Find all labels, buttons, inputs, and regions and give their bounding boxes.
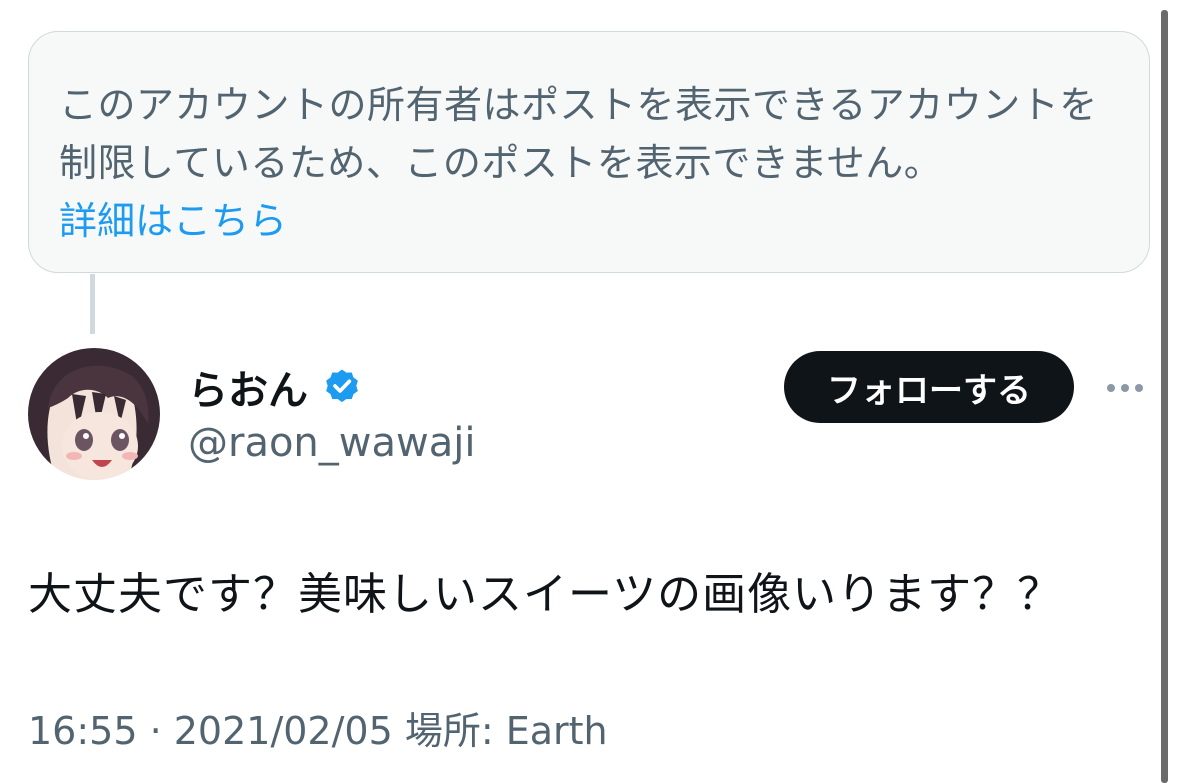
scrollbar[interactable]: [1161, 10, 1168, 783]
tweet-text: 大丈夫です？美味しいスイーツの画像いります？？: [28, 569, 1063, 620]
learn-more-link[interactable]: 詳細はこちら: [59, 192, 1121, 250]
tweet-timestamp-location[interactable]: 16:55 · 2021/02/05 場所: Earth: [28, 700, 608, 755]
avatar[interactable]: [28, 348, 160, 480]
more-options-icon[interactable]: [1100, 370, 1150, 406]
display-name[interactable]: らおん: [188, 358, 308, 416]
author-handle[interactable]: @raon_wawaji: [188, 420, 475, 466]
author-name-row[interactable]: らおん: [188, 360, 362, 414]
verified-badge-icon: [326, 369, 358, 403]
avatar-image: [28, 348, 160, 480]
restricted-post-notice: このアカウントの所有者はポストを表示できるアカウントを制限しているため、このポス…: [28, 31, 1150, 273]
notice-text: このアカウントの所有者はポストを表示できるアカウントを制限しているため、このポス…: [59, 83, 1098, 185]
follow-button[interactable]: フォローする: [784, 351, 1074, 423]
thread-connector-line: [90, 274, 95, 334]
